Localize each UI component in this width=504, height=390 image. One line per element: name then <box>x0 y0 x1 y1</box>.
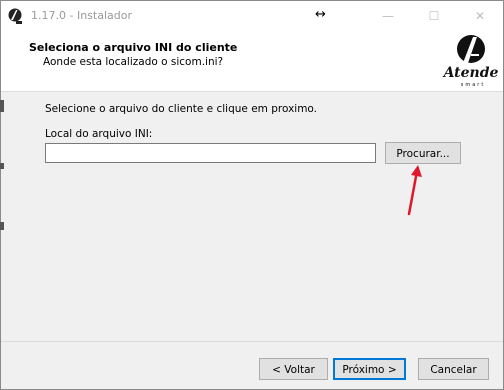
logo-subtext: smart <box>461 82 486 88</box>
maximize-icon: ☐ <box>428 9 440 23</box>
header-subtitle: Aonde esta localizado o sicom.ini? <box>43 56 224 68</box>
footer-divider <box>1 341 503 342</box>
next-button[interactable]: Próximo > <box>333 358 406 380</box>
red-arrow-annotation <box>407 165 422 216</box>
app-icon <box>8 8 22 24</box>
ini-path-input[interactable] <box>45 143 376 163</box>
resize-cursor-icon: ↔ <box>315 7 326 22</box>
maximize-button[interactable]: ☐ <box>411 1 457 31</box>
background-window-fragment <box>0 163 4 169</box>
wizard-header: Seleciona o arquivo INI do cliente Aonde… <box>1 31 503 92</box>
close-button[interactable]: ✕ <box>457 1 503 31</box>
installer-window: 1.17.0 - Instalador ↔ — ☐ ✕ Seleciona o … <box>0 0 504 390</box>
atende-logo: Atende smart <box>442 35 499 88</box>
back-button[interactable]: < Voltar <box>259 358 328 380</box>
ini-path-label: Local do arquivo INI: <box>45 128 153 140</box>
background-window-fragment <box>0 222 4 230</box>
title-bar[interactable]: 1.17.0 - Instalador ↔ — ☐ ✕ <box>1 1 503 31</box>
background-window-fragment <box>0 100 4 112</box>
header-title: Seleciona o arquivo INI do cliente <box>29 41 238 54</box>
logo-text: Atende <box>442 65 499 81</box>
window-title: 1.17.0 - Instalador <box>31 9 132 22</box>
cancel-button[interactable]: Cancelar <box>418 358 489 380</box>
instruction-text: Selecione o arquivo do cliente e clique … <box>45 103 318 115</box>
minimize-button[interactable]: — <box>365 1 411 31</box>
minimize-icon: — <box>382 9 394 23</box>
close-icon: ✕ <box>474 9 486 23</box>
